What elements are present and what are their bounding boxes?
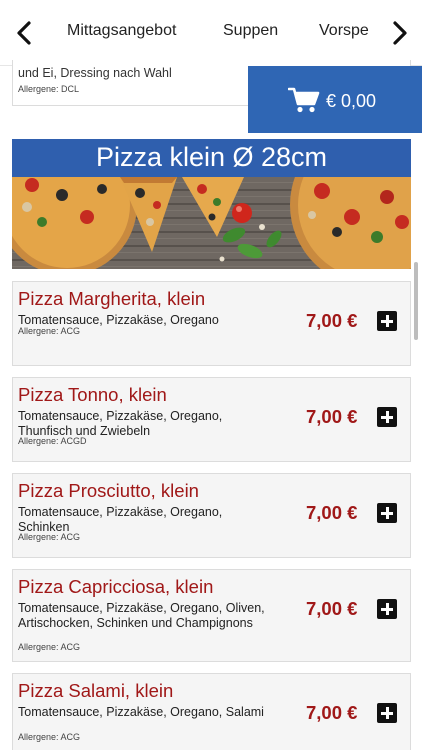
item-price: 7,00 € [306,406,358,427]
item-description: Tomatensauce, Pizzakäse, Oregano, Schink… [18,505,223,534]
item-description: Tomatensauce, Pizzakäse, Oregano, Thunfi… [18,409,223,438]
menu-item[interactable]: Pizza Prosciutto, klein Tomatensauce, Pi… [12,473,411,558]
menu-item[interactable]: Pizza Margherita, klein Tomatensauce, Pi… [12,281,411,366]
item-allergens: Allergene: ACG [18,642,81,652]
add-to-cart-icon[interactable] [377,703,397,723]
item-allergens: Allergene: DCL [18,84,80,94]
add-to-cart-icon[interactable] [377,599,397,619]
scrollbar[interactable] [414,262,418,340]
item-allergens: Allergene: ACG [18,326,81,336]
add-to-cart-icon[interactable] [377,311,397,331]
item-allergens: Allergene: ACG [18,532,81,542]
tab-suppen[interactable]: Suppen [223,22,278,40]
tab-vorspeisen[interactable]: Vorspe [319,22,369,40]
item-price: 7,00 € [306,702,358,723]
chevron-left-icon[interactable] [10,18,40,48]
category-nav: Mittagsangebot Suppen Vorspe [0,0,422,66]
category-title: Pizza klein Ø 28cm [95,142,328,172]
item-description: und Ei, Dressing nach Wahl [18,66,172,80]
item-name: Pizza Tonno, klein [18,384,167,405]
item-name: Pizza Salami, klein [18,680,174,701]
cart-button[interactable]: € 0,00 [248,66,422,133]
chevron-right-icon[interactable] [384,18,414,48]
menu-item[interactable]: Pizza Salami, klein Tomatensauce, Pizzak… [12,673,411,750]
item-price: 7,00 € [306,502,358,523]
item-price: 7,00 € [306,598,358,619]
category-title-bar: Pizza klein Ø 28cm [12,139,411,177]
add-to-cart-icon[interactable] [377,503,397,523]
menu-item[interactable]: Pizza Tonno, klein Tomatensauce, Pizzakä… [12,377,411,462]
menu-item[interactable]: Pizza Capricciosa, klein Tomatensauce, P… [12,569,411,662]
category-tabs: Mittagsangebot Suppen Vorspe [56,0,374,66]
item-allergens: Allergene: ACG [18,732,81,742]
pizza-banner-image [12,139,411,269]
item-allergens: Allergene: ACGD [18,436,87,446]
category-banner: Pizza klein Ø 28cm [12,139,411,269]
cart-total: € 0,00 [326,91,377,111]
item-name: Pizza Margherita, klein [18,288,206,309]
shopping-cart-icon [287,86,320,114]
item-description: Tomatensauce, Pizzakäse, Oregano, Salami [18,705,264,719]
item-name: Pizza Prosciutto, klein [18,480,199,501]
item-description: Tomatensauce, Pizzakäse, Oregano, Oliven… [18,601,265,630]
add-to-cart-icon[interactable] [377,407,397,427]
item-price: 7,00 € [306,310,358,331]
item-name: Pizza Capricciosa, klein [18,576,214,597]
tab-mittagsangebot[interactable]: Mittagsangebot [67,22,176,40]
